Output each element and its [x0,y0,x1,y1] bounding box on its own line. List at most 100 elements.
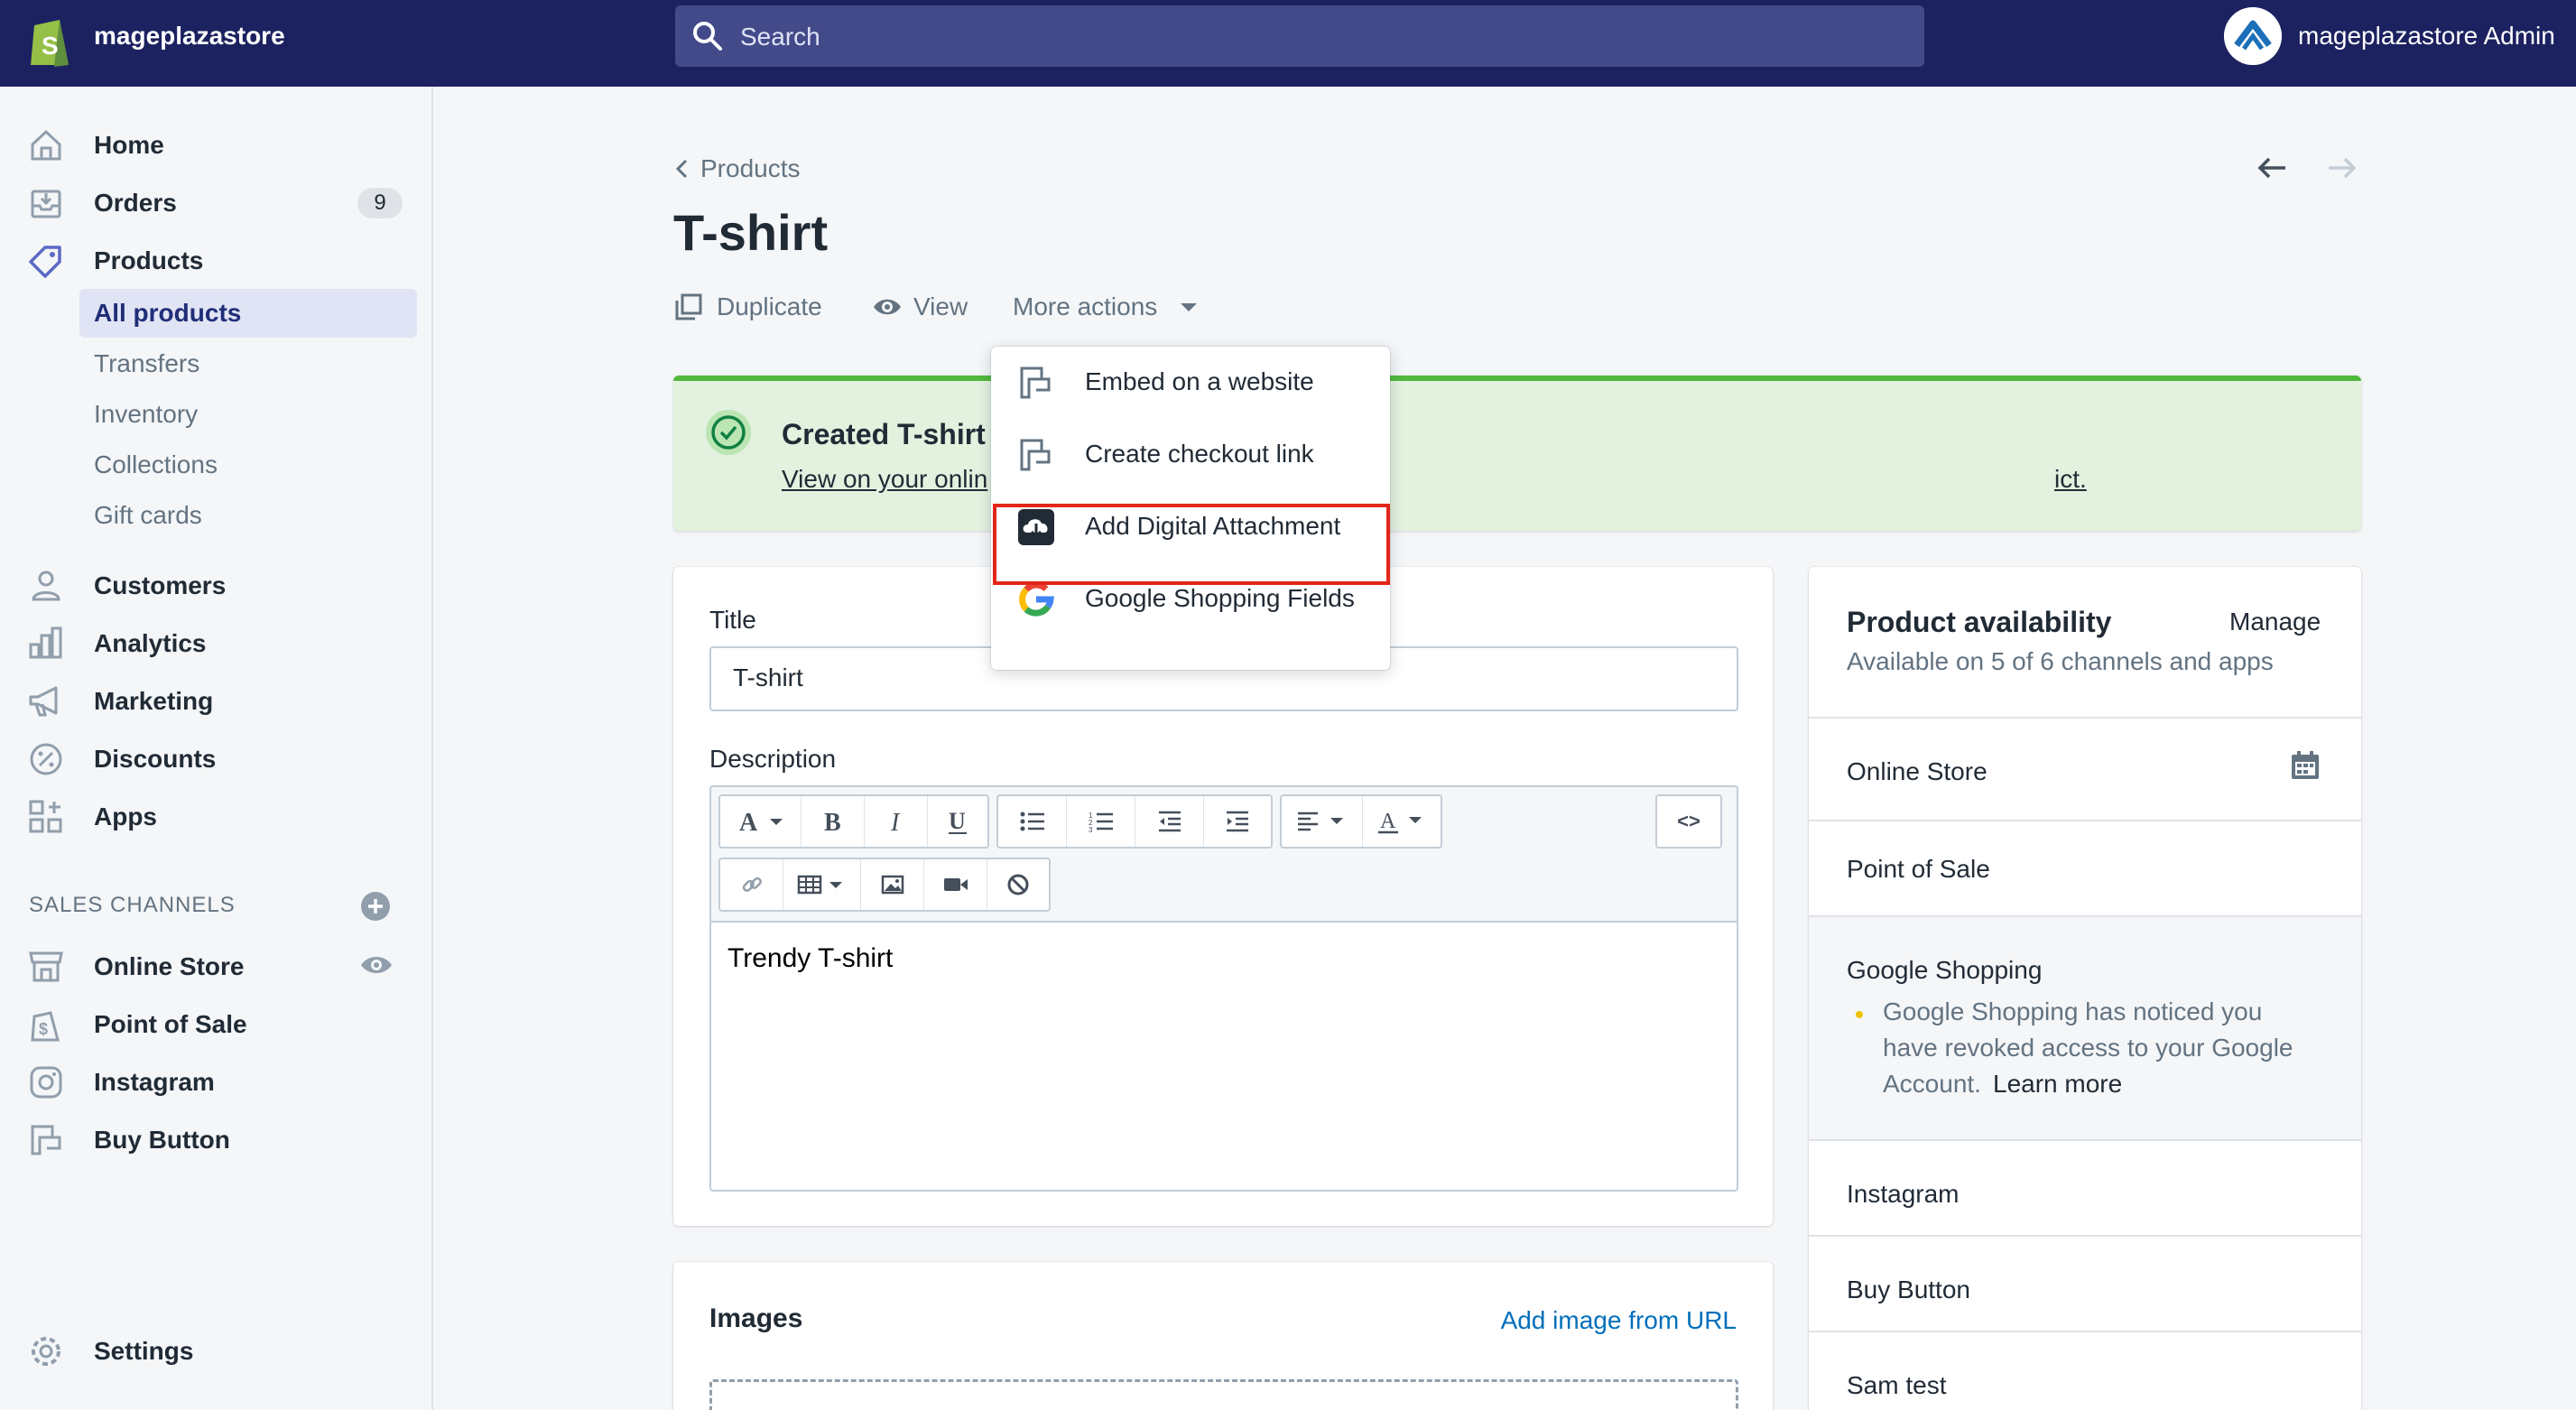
bold-icon: B [824,809,841,835]
sidebar-channel-buy-button[interactable]: Buy Button [0,1112,431,1163]
insert-group [718,858,1051,912]
calendar-icon[interactable] [2289,749,2321,782]
next-product-arrow-icon[interactable] [2323,152,2359,184]
dropdown-item-create-checkout-link[interactable]: Create checkout link [991,419,1390,491]
shopify-logo-icon[interactable]: S [27,13,74,69]
image-dropzone[interactable] [709,1379,1738,1410]
description-label: Description [709,745,837,773]
insert-image-button[interactable] [861,859,924,910]
insert-video-button[interactable] [924,859,987,910]
description-editor[interactable]: Trendy T-shirt [709,921,1738,1192]
channel-row-google-shopping: Google Shopping Google Shopping has noti… [1809,915,2361,1139]
sidebar-item-label: Point of Sale [94,1010,247,1038]
channel-label: Online Store [1847,757,1988,785]
channel-label: Instagram [1847,1180,1960,1208]
clear-formatting-icon [1007,874,1029,895]
sidebar: Home Orders 9 Products All products Tran… [0,87,433,1410]
highlight-box [993,504,1390,585]
format-group: A B I U [718,794,989,849]
shopping-bag-icon: $ [31,1011,60,1042]
text-color-button[interactable]: A [1363,796,1441,847]
buy-button-icon [31,1125,61,1155]
bullet-list-button[interactable] [998,796,1067,847]
indent-button[interactable] [1204,796,1271,847]
caret-down-icon [1181,303,1197,311]
channel-label: Sam test [1847,1371,1947,1399]
sidebar-item-discounts[interactable]: Discounts [0,731,431,782]
sidebar-item-analytics[interactable]: Analytics [0,616,431,666]
success-banner: Created T-shirt View on your onlin ict. [673,376,2361,531]
outdent-button[interactable] [1135,796,1204,847]
learn-more-link[interactable]: Learn more [1993,1069,2122,1099]
font-icon: A [739,809,783,835]
svg-text:S: S [42,32,59,60]
link-icon [742,877,762,892]
italic-button[interactable]: I [865,796,928,847]
buy-button-icon [1020,366,1051,399]
view-store-eye-icon[interactable] [359,951,394,979]
sidebar-item-marketing[interactable]: Marketing [0,673,431,724]
sidebar-item-settings[interactable]: Settings [0,1323,431,1374]
text-color-icon: A [1378,810,1422,834]
svg-text:A: A [739,809,758,835]
sidebar-item-label: Online Store [94,952,245,980]
view-online-store-link[interactable]: View on your onlin [782,464,987,495]
view-button[interactable]: View [872,291,973,323]
sidebar-subitem-collections[interactable]: Collections [79,441,417,489]
buy-button-icon [1020,439,1051,471]
html-toggle-group: <> [1655,794,1722,849]
channel-row-instagram: Instagram [1809,1139,2361,1235]
outdent-icon [1158,811,1181,832]
add-image-from-url-link[interactable]: Add image from URL [1496,1305,1737,1336]
description-text: Trendy T-shirt [727,943,894,973]
duplicate-button[interactable]: Duplicate [673,291,827,323]
insert-table-button[interactable] [783,859,861,910]
underline-icon: U [949,808,967,834]
search-input[interactable]: Search [675,5,1924,67]
admin-name[interactable]: mageplazastore Admin [2298,20,2555,52]
bold-button[interactable]: B [802,796,865,847]
numbered-list-button[interactable]: 1 2 3 [1067,796,1135,847]
availability-summary: Available on 5 of 6 channels and apps [1847,647,2274,675]
avatar-icon[interactable] [2224,7,2282,65]
sidebar-item-label: Buy Button [94,1126,230,1154]
search-placeholder: Search [740,23,820,51]
sidebar-subitem-transfers[interactable]: Transfers [79,339,417,388]
sidebar-subitem-all-products[interactable]: All products [79,289,417,338]
store-name[interactable]: mageplazastore [94,20,285,52]
font-style-button[interactable]: A [720,796,802,847]
view-label: View [913,292,968,320]
sidebar-item-label: Instagram [94,1068,215,1096]
sidebar-subitem-label: Collections [94,450,218,478]
previous-product-arrow-icon[interactable] [2255,152,2291,184]
sidebar-channel-point-of-sale[interactable]: $ Point of Sale [0,997,431,1047]
clear-formatting-button[interactable] [987,859,1049,910]
underline-button[interactable]: U [928,796,987,847]
banner-link-end[interactable]: ict. [2054,464,2087,495]
rich-text-toolbar: A B I U 1 2 3 A <> [709,785,1738,921]
sidebar-item-orders[interactable]: Orders 9 [0,175,431,226]
more-actions-button[interactable]: More actions [1013,291,1211,323]
sidebar-item-apps[interactable]: Apps [0,789,431,840]
sidebar-item-customers[interactable]: Customers [0,558,431,608]
dropdown-item-embed-on-website[interactable]: Embed on a website [991,347,1390,419]
html-toggle-button[interactable]: <> [1657,796,1720,847]
sidebar-item-home[interactable]: Home [0,117,431,168]
sidebar-subitem-inventory[interactable]: Inventory [79,390,417,439]
breadcrumb-label: Products [700,154,801,182]
insert-link-button[interactable] [720,859,783,910]
svg-text:U: U [949,808,966,834]
sidebar-channel-instagram[interactable]: Instagram [0,1054,431,1105]
images-card: Images Add image from URL [673,1262,1773,1410]
align-button[interactable] [1282,796,1363,847]
sidebar-item-label: Marketing [94,687,214,715]
align-left-icon [1297,812,1343,831]
channel-row-buy-button: Buy Button [1809,1235,2361,1331]
add-channel-icon[interactable] [359,890,392,923]
sidebar-subitem-gift-cards[interactable]: Gift cards [79,491,417,540]
discount-icon [30,743,62,775]
google-warning-line-2: have revoked access to your Google [1883,1034,2293,1062]
title-label: Title [709,606,756,634]
manage-availability-link[interactable]: Manage [2229,607,2321,637]
sidebar-item-products[interactable]: Products [0,233,431,283]
